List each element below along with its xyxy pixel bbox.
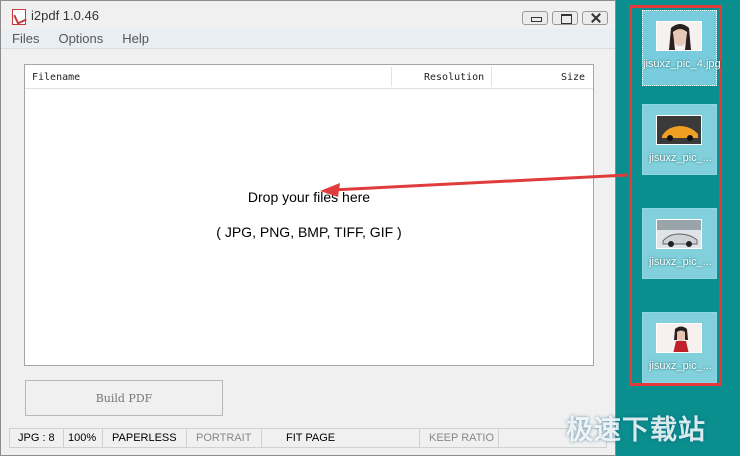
status-keep-ratio[interactable]: KEEP RATIO	[429, 432, 494, 444]
image-thumbnail-icon	[656, 21, 702, 51]
image-thumbnail-icon	[656, 115, 702, 145]
app-window: i2pdf 1.0.46 Files Options Help Filename…	[0, 0, 616, 456]
file-list-header: Filename Resolution Size	[25, 65, 593, 89]
column-header-filename[interactable]: Filename	[32, 72, 80, 83]
desktop-file-icon[interactable]: jisuxz_pic_...	[642, 208, 717, 279]
drop-hint-formats: ( JPG, PNG, BMP, TIFF, GIF )	[216, 224, 402, 240]
build-pdf-button[interactable]: Build PDF	[25, 380, 223, 416]
status-file-count: JPG : 8	[18, 432, 55, 444]
status-separator	[419, 429, 420, 447]
desktop-file-label: jisuxz_pic_...	[649, 256, 712, 268]
status-separator	[498, 429, 499, 447]
status-zoom[interactable]: 100%	[68, 432, 96, 444]
drop-hint: Drop your files here ( JPG, PNG, BMP, TI…	[25, 189, 593, 259]
title-bar: i2pdf 1.0.46	[1, 1, 615, 31]
status-separator	[186, 429, 187, 447]
menu-help[interactable]: Help	[119, 31, 152, 46]
maximize-button[interactable]	[552, 11, 578, 25]
desktop-file-label: jisuxz_pic_...	[649, 152, 712, 164]
desktop-file-label: jisuxz_pic_...	[649, 360, 712, 372]
status-bar: JPG : 8 100% PAPERLESS PORTRAIT FIT PAGE…	[9, 428, 607, 448]
status-orientation[interactable]: PORTRAIT	[196, 432, 251, 444]
image-thumbnail-icon	[656, 219, 702, 249]
menu-bar: Files Options Help	[1, 29, 615, 49]
desktop-file-label: jisuxz_pic_4.jpg	[643, 58, 721, 70]
status-separator	[63, 429, 64, 447]
column-separator[interactable]	[491, 67, 492, 87]
file-list-dropzone[interactable]: Filename Resolution Size Drop your files…	[24, 64, 594, 366]
desktop-file-icon[interactable]: jisuxz_pic_4.jpg	[642, 10, 721, 86]
menu-options[interactable]: Options	[55, 31, 106, 46]
image-thumbnail-icon	[656, 323, 702, 353]
status-fit-page[interactable]: FIT PAGE	[286, 432, 335, 444]
close-button[interactable]	[582, 11, 608, 25]
drop-hint-title: Drop your files here	[247, 189, 371, 205]
minimize-button[interactable]	[522, 11, 548, 25]
column-header-resolution[interactable]: Resolution	[424, 72, 484, 83]
status-paperless[interactable]: PAPERLESS	[112, 432, 177, 444]
site-watermark: 极速下载站	[566, 415, 706, 446]
menu-files[interactable]: Files	[9, 31, 42, 46]
desktop-file-icon[interactable]: jisuxz_pic_...	[642, 312, 717, 383]
pdf-app-icon	[12, 9, 26, 25]
status-separator	[102, 429, 103, 447]
column-header-size[interactable]: Size	[561, 72, 585, 83]
desktop-file-icon[interactable]: jisuxz_pic_...	[642, 104, 717, 175]
column-separator[interactable]	[391, 67, 392, 87]
status-separator	[261, 429, 262, 447]
window-title: i2pdf 1.0.46	[31, 8, 99, 23]
